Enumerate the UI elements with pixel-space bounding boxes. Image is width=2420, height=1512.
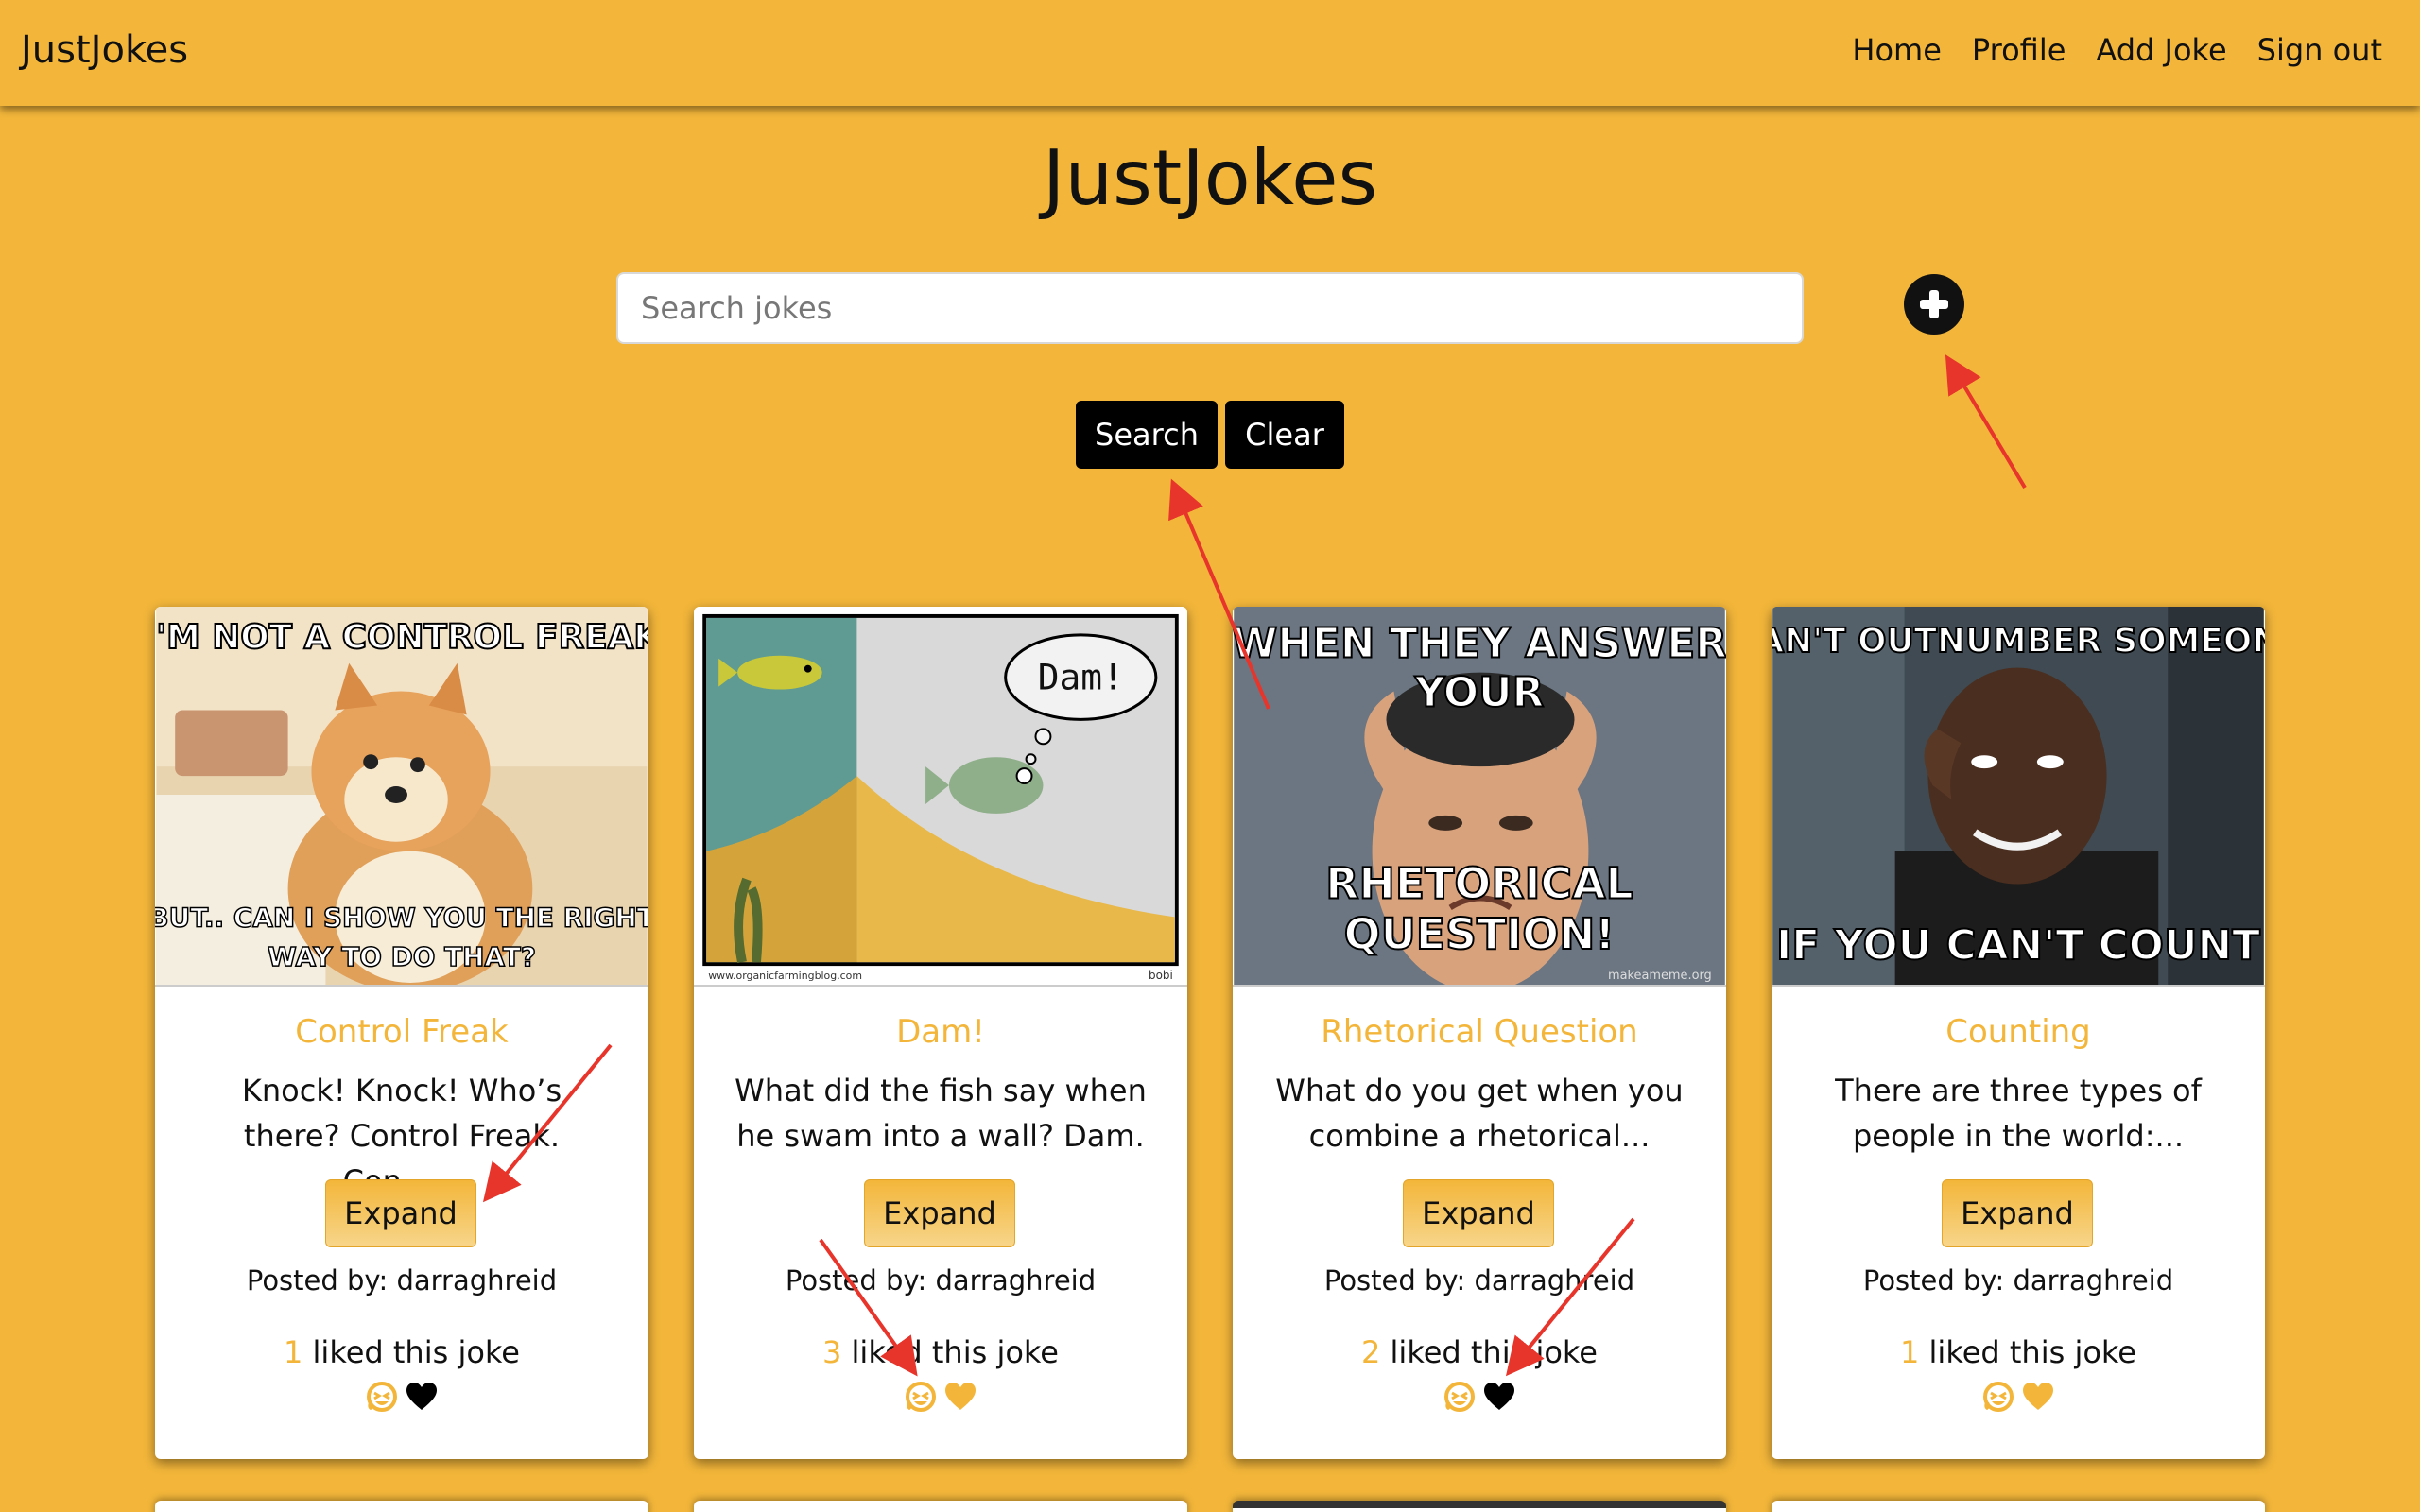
heart-icon[interactable] bbox=[2021, 1380, 2055, 1414]
likes-text: 1 liked this joke bbox=[155, 1334, 648, 1370]
joke-title: Control Freak bbox=[295, 1013, 509, 1051]
joke-card: I'M NOT A CONTROL FREAK BUT.. CAN I SHOW… bbox=[155, 607, 648, 1459]
image-caption-bottom: RHETORICAL bbox=[1325, 858, 1633, 908]
likes-suffix: liked this joke bbox=[302, 1334, 520, 1370]
joke-image: Dam! www.organicfarmingblog.com bobi bbox=[694, 607, 1187, 987]
like-count: 2 bbox=[1361, 1334, 1381, 1370]
joke-preview: What did the fish say when he swam into … bbox=[735, 1073, 1147, 1154]
heart-icon[interactable] bbox=[1482, 1380, 1516, 1414]
heart-icon[interactable] bbox=[405, 1380, 439, 1414]
crying-laugh-icon[interactable] bbox=[1981, 1380, 2015, 1414]
crying-laugh-icon[interactable] bbox=[904, 1380, 938, 1414]
joke-card-next-row bbox=[694, 1501, 1187, 1512]
heart-icon[interactable] bbox=[943, 1380, 977, 1414]
joke-card-next-row bbox=[1233, 1501, 1726, 1512]
posted-by: Posted by: darraghreid bbox=[785, 1264, 1097, 1297]
image-caption-bottom: BUT.. CAN I SHOW YOU THE RIGHT bbox=[155, 902, 648, 933]
card-actions bbox=[1233, 1380, 1726, 1414]
expand-button[interactable]: Expand bbox=[864, 1179, 1015, 1247]
joke-image: WHEN THEY ANSWER YOUR RHETORICAL QUESTIO… bbox=[1233, 607, 1726, 987]
like-count: 1 bbox=[1900, 1334, 1920, 1370]
image-caption-bottom-2: QUESTION! bbox=[1344, 909, 1616, 959]
expand-button[interactable]: Expand bbox=[1942, 1179, 2093, 1247]
likes-text: 3 liked this joke bbox=[694, 1334, 1187, 1370]
crying-laugh-icon[interactable] bbox=[1443, 1380, 1477, 1414]
page-title: JustJokes bbox=[1042, 134, 1378, 222]
joke-title: Dam! bbox=[896, 1013, 985, 1051]
card-actions bbox=[694, 1380, 1187, 1414]
joke-title: Rhetorical Question bbox=[1321, 1013, 1638, 1051]
brand-link[interactable]: JustJokes bbox=[21, 28, 188, 72]
joke-image: CAN'T OUTNUMBER SOMEONE IF YOU CAN'T COU… bbox=[1772, 607, 2265, 987]
like-count: 3 bbox=[822, 1334, 842, 1370]
expand-button[interactable]: Expand bbox=[325, 1179, 476, 1247]
likes-text: 1 liked this joke bbox=[1772, 1334, 2265, 1370]
annotation-arrow bbox=[1945, 354, 2027, 490]
search-button[interactable]: Search bbox=[1076, 401, 1218, 469]
joke-preview: There are three types of people in the w… bbox=[1835, 1073, 2202, 1154]
joke-card: Dam! www.organicfarmingblog.com bobi Dam… bbox=[694, 607, 1187, 1459]
card-actions bbox=[1772, 1380, 2265, 1414]
joke-card: WHEN THEY ANSWER YOUR RHETORICAL QUESTIO… bbox=[1233, 607, 1726, 1459]
crying-laugh-icon[interactable] bbox=[365, 1380, 399, 1414]
nav-profile[interactable]: Profile bbox=[1972, 32, 2066, 68]
nav-add-joke[interactable]: Add Joke bbox=[2096, 32, 2226, 68]
image-caption-bottom-2: WAY TO DO THAT? bbox=[268, 941, 536, 972]
image-credit: makeameme.org bbox=[1608, 969, 1712, 983]
joke-card-next-row bbox=[1772, 1501, 2265, 1512]
like-count: 1 bbox=[284, 1334, 303, 1370]
image-caption-top: I'M NOT A CONTROL FREAK bbox=[155, 618, 648, 657]
posted-by: Posted by: darraghreid bbox=[1862, 1264, 2174, 1297]
joke-card-next-row bbox=[155, 1501, 648, 1512]
posted-by: Posted by: darraghreid bbox=[246, 1264, 558, 1297]
image-credit: www.organicfarmingblog.com bbox=[708, 970, 862, 982]
card-actions bbox=[155, 1380, 648, 1414]
joke-title: Counting bbox=[1945, 1013, 2091, 1051]
navbar: JustJokes Home Profile Add Joke Sign out bbox=[0, 0, 2420, 106]
joke-preview: What do you get when you combine a rheto… bbox=[1275, 1073, 1684, 1154]
nav-links: Home Profile Add Joke Sign out bbox=[1852, 32, 2382, 68]
joke-card: CAN'T OUTNUMBER SOMEONE IF YOU CAN'T COU… bbox=[1772, 607, 2265, 1459]
nav-sign-out[interactable]: Sign out bbox=[2257, 32, 2382, 68]
clear-button[interactable]: Clear bbox=[1225, 401, 1344, 469]
posted-by: Posted by: darraghreid bbox=[1323, 1264, 1635, 1297]
image-caption-bottom: IF YOU CAN'T COUNT bbox=[1776, 921, 2260, 970]
nav-home[interactable]: Home bbox=[1852, 32, 1942, 68]
add-joke-plus-icon[interactable] bbox=[1904, 274, 1964, 335]
likes-text: 2 liked this joke bbox=[1233, 1334, 1726, 1370]
likes-suffix: liked this joke bbox=[841, 1334, 1059, 1370]
image-signature: bobi bbox=[1149, 969, 1173, 982]
image-caption-top-2: YOUR bbox=[1414, 668, 1545, 716]
search-input[interactable] bbox=[616, 272, 1804, 344]
image-speech-bubble: Dam! bbox=[1038, 657, 1124, 698]
likes-suffix: liked this joke bbox=[1919, 1334, 2136, 1370]
image-caption-top: WHEN THEY ANSWER bbox=[1233, 620, 1726, 668]
joke-image: I'M NOT A CONTROL FREAK BUT.. CAN I SHOW… bbox=[155, 607, 648, 987]
image-caption-top: CAN'T OUTNUMBER SOMEONE bbox=[1772, 622, 2265, 661]
likes-suffix: liked this joke bbox=[1380, 1334, 1598, 1370]
expand-button[interactable]: Expand bbox=[1403, 1179, 1554, 1247]
